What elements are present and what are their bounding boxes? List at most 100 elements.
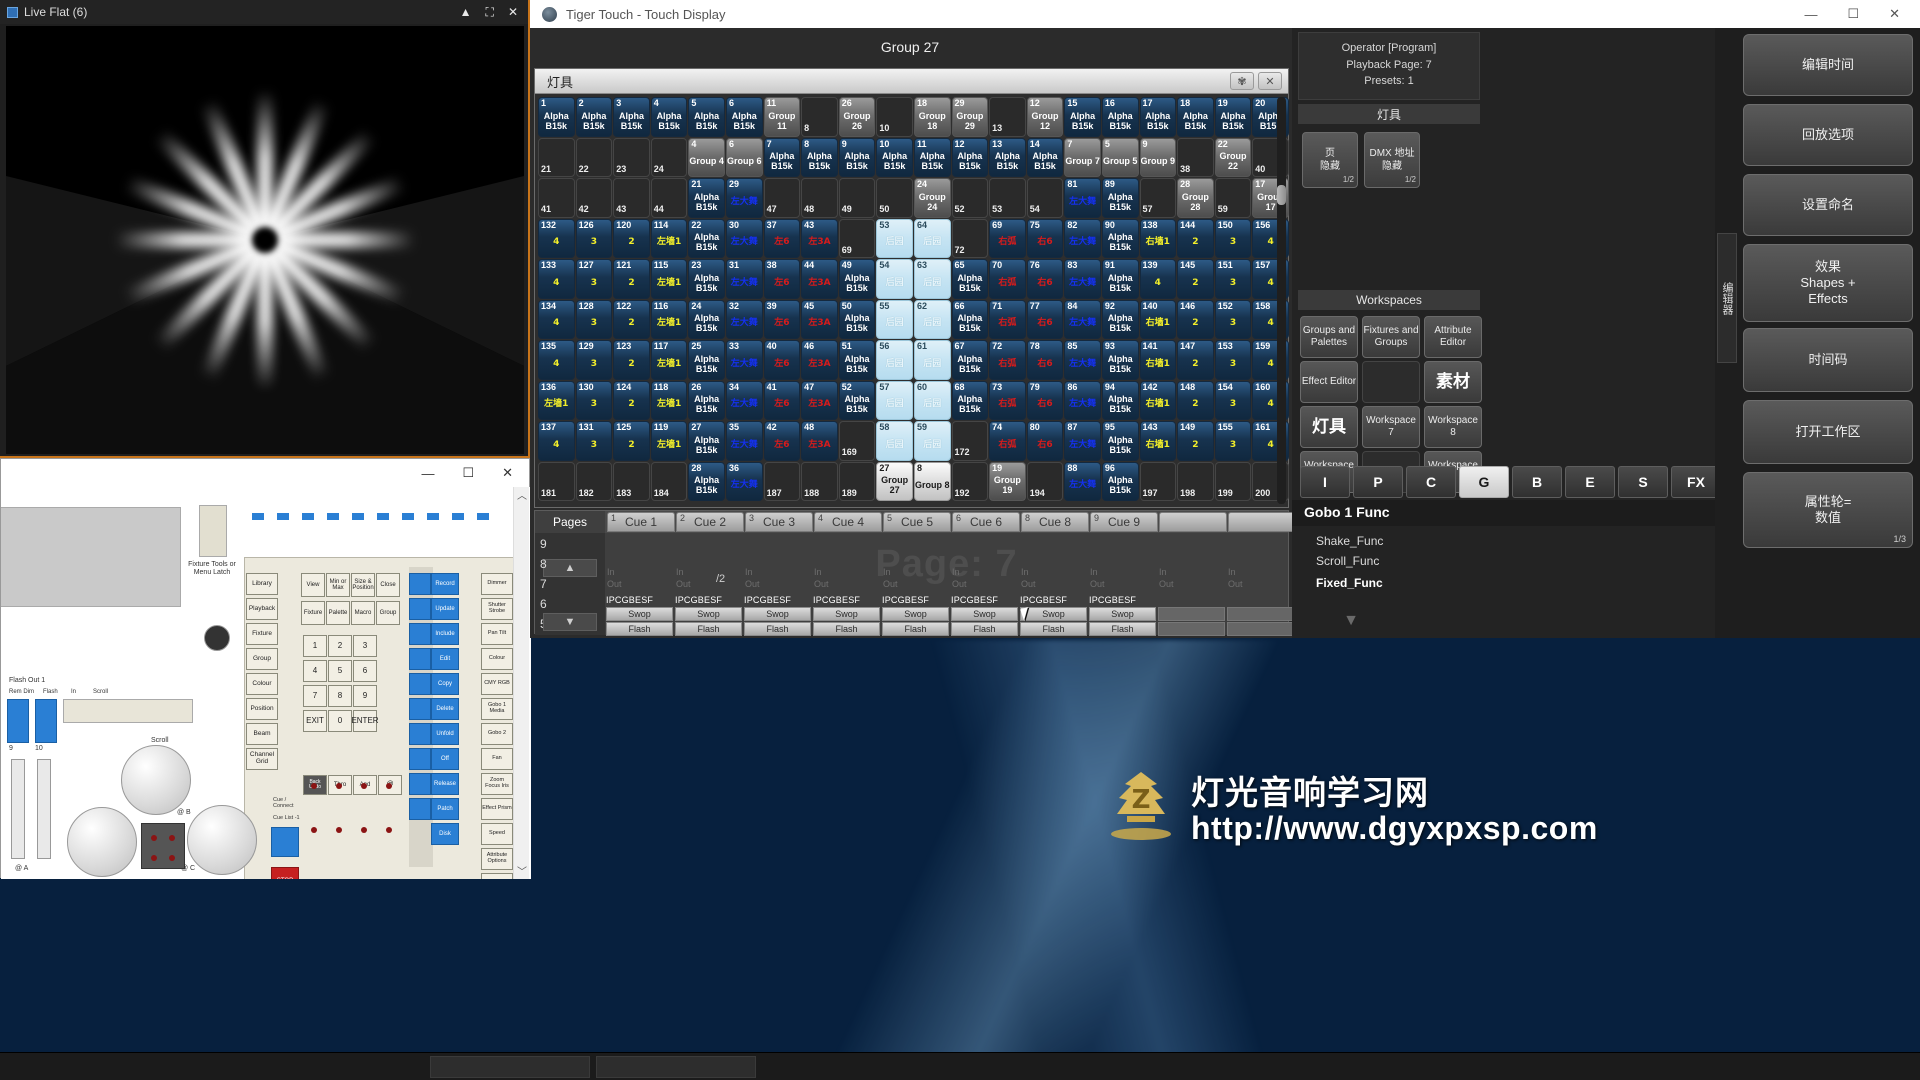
fixture-cell[interactable]: 119 左墙1 [650,421,688,461]
swop-button[interactable]: Swop [606,607,673,621]
fixture-cell[interactable]: 134 4 [538,299,575,339]
fixture-cell[interactable]: 47 [763,178,801,218]
fixture-cell[interactable]: 72 [951,218,989,258]
maximize-icon[interactable]: ☐ [462,465,474,481]
console-key-library[interactable]: Library [246,573,278,595]
fixture-cell[interactable]: 42 左6 [763,421,801,461]
attribute-tab-g[interactable]: G [1459,466,1509,498]
fixture-cell[interactable]: 17 Alpha B15k [1139,97,1177,137]
fixture-cell[interactable]: 148 2 [1177,380,1214,420]
fixture-cell[interactable]: 23 Alpha B15k [688,259,725,299]
page-hide-button[interactable]: 页 隐藏 1/2 [1302,132,1358,188]
swop-button-empty[interactable] [1158,607,1225,621]
console-wskey2-0[interactable]: Fixture [301,601,325,625]
fixture-cell[interactable]: 91 Alpha B15k [1101,259,1139,299]
fixture-cell[interactable]: 11 Group 11 [763,97,801,137]
console-fnkey-copy[interactable]: Copy [431,673,459,695]
scrollbar-thumb[interactable] [1277,185,1286,205]
fixture-cell[interactable]: 29 Group 29 [951,97,989,137]
fixture-cell[interactable]: 75 右6 [1026,218,1064,258]
fixture-cell[interactable]: 53 后园 [876,218,913,258]
fixture-cell[interactable]: 144 2 [1177,218,1214,258]
fixture-cell[interactable]: 95 Alpha B15k [1101,421,1139,461]
fixture-cell[interactable]: 31 左大舞 [725,259,763,299]
flash-button[interactable]: Flash [744,622,811,636]
chevron-down-icon[interactable]: ▼ [1332,608,1370,634]
console-bluekey-4[interactable] [409,673,431,695]
flash-button[interactable]: Flash [606,622,673,636]
fixture-cell[interactable]: 35 左大舞 [725,421,763,461]
console-fnkey-disk[interactable]: Disk [431,823,459,845]
fixture-cell[interactable]: 88 左大舞 [1064,461,1101,501]
taskbar[interactable] [0,1052,1920,1080]
fixture-cell[interactable]: 27 Alpha B15k [688,421,725,461]
fixture-cell[interactable]: 30 左大舞 [725,218,763,258]
fixture-cell[interactable]: 76 右6 [1026,259,1064,299]
fixture-cell[interactable]: 51 Alpha B15k [838,340,876,380]
console-attrkey-12[interactable]: Locate [481,873,513,879]
fixture-cell[interactable]: 34 左大舞 [725,380,763,420]
scroll-down-icon[interactable]: ﹀ [514,863,530,879]
fixture-cell[interactable]: 71 右弧 [989,299,1026,339]
console-fnkey-release[interactable]: Release [431,773,459,795]
fixture-cell[interactable]: 29 左大舞 [725,178,763,218]
flash-button[interactable]: Flash [813,622,880,636]
fixture-cell[interactable]: 41 [538,178,575,218]
fixture-cell[interactable]: 47 左3A [801,380,838,420]
fixture-cell[interactable]: 9 Alpha B15k [838,137,876,177]
playback-fader-column[interactable]: In Out IPCGBESF Swop Flash [1019,533,1088,636]
console-fnkey-include[interactable]: Include [431,623,459,645]
fixture-cell[interactable]: 7 Group 7 [1064,137,1101,177]
fixture-cell[interactable]: 199 [1214,461,1252,501]
fixture-cell[interactable]: 93 Alpha B15k [1101,340,1139,380]
attribute-tab-e[interactable]: E [1565,466,1615,498]
swop-button[interactable]: Swop [744,607,811,621]
live-flat-titlebar[interactable]: Live Flat (6) ▲ ⛶ ✕ [0,0,528,24]
swop-button[interactable]: Swop [951,607,1018,621]
vertical-menu-button[interactable]: 编辑时间 [1743,34,1913,96]
console-fnkey-record[interactable]: Record [431,573,459,595]
cue-tab[interactable]: 4 Cue 4 [814,512,882,532]
fixture-cell[interactable]: 25 Alpha B15k [688,340,725,380]
maximize-icon[interactable]: ☐ [1847,6,1859,22]
fixture-cell[interactable]: 22 [575,137,613,177]
restore-icon[interactable]: ⛶ [486,5,494,20]
close-icon[interactable]: ✕ [1889,6,1900,22]
fixture-cell[interactable]: 84 左大舞 [1064,299,1101,339]
fixture-cell[interactable]: 10 Alpha B15k [876,137,913,177]
console-panel-window[interactable]: — ☐ ✕ Fixture Tools or Menu Latch Window… [0,458,531,879]
fixture-cell[interactable]: 36 左大舞 [725,461,763,501]
fixture-cell[interactable]: 128 3 [575,299,613,339]
taskbar-item-2[interactable] [596,1056,756,1078]
fixture-cell[interactable]: 141 右墙1 [1139,340,1177,380]
attribute-tab-i[interactable]: I [1300,466,1350,498]
fixture-cell[interactable]: 152 3 [1214,299,1252,339]
console-attrkey-2[interactable]: Pan Tilt [481,623,513,645]
console-wskey2-2[interactable]: Macro [351,601,375,625]
console-wskey-2[interactable]: Size & Position [351,573,375,597]
close-icon[interactable]: ✕ [508,5,518,19]
fixture-cell[interactable]: 197 [1139,461,1177,501]
fixture-cell[interactable]: 72 右弧 [989,340,1026,380]
fixture-cell[interactable]: 48 [801,178,838,218]
flash-button[interactable]: Flash [951,622,1018,636]
fixture-cell[interactable]: 21 [538,137,575,177]
console-wskey-3[interactable]: Close [376,573,400,597]
console-numkey-7[interactable]: 7 [303,685,327,707]
console-wskey-1[interactable]: Min or Max [326,573,350,597]
fixture-cell[interactable]: 92 Alpha B15k [1101,299,1139,339]
fixture-cell[interactable]: 22 Group 22 [1214,137,1252,177]
fixture-cell[interactable]: 132 4 [538,218,575,258]
fixture-cell[interactable]: 125 2 [613,421,650,461]
fixture-cell[interactable]: 21 Alpha B15k [688,178,725,218]
console-key-channel-grid[interactable]: Channel Grid [246,748,278,770]
console-bluekey-5[interactable] [409,698,431,720]
fixture-cell[interactable]: 96 Alpha B15k [1101,461,1139,501]
fixture-cell[interactable]: 135 4 [538,340,575,380]
fixture-cell[interactable]: 138 右墙1 [1139,218,1177,258]
console-bluekey-9[interactable] [409,798,431,820]
console-bluekey-1[interactable] [409,598,431,620]
gear-icon[interactable]: ✾ [1230,72,1254,90]
fixture-cell[interactable]: 77 右6 [1026,299,1064,339]
fixture-cell[interactable]: 16 Alpha B15k [1101,97,1139,137]
